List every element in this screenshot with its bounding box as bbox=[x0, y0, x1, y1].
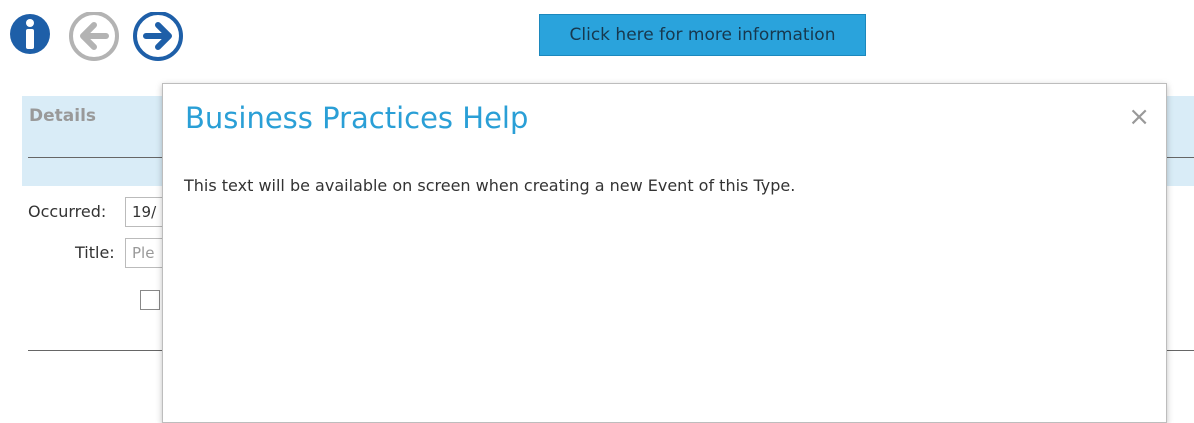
checkbox[interactable] bbox=[140, 290, 160, 310]
modal-title: Business Practices Help bbox=[185, 101, 529, 135]
more-information-button[interactable]: Click here for more information bbox=[539, 14, 866, 56]
arrow-right-icon[interactable] bbox=[133, 12, 187, 66]
title-label: Title: bbox=[75, 243, 115, 262]
info-icon[interactable] bbox=[8, 12, 52, 56]
details-heading: Details bbox=[29, 106, 97, 126]
help-modal: Business Practices Help × This text will… bbox=[162, 83, 1167, 423]
arrow-left-icon[interactable] bbox=[68, 12, 122, 66]
close-icon[interactable]: × bbox=[1128, 104, 1150, 130]
modal-body-text: This text will be available on screen wh… bbox=[184, 176, 796, 195]
occurred-label: Occurred: bbox=[28, 202, 107, 221]
